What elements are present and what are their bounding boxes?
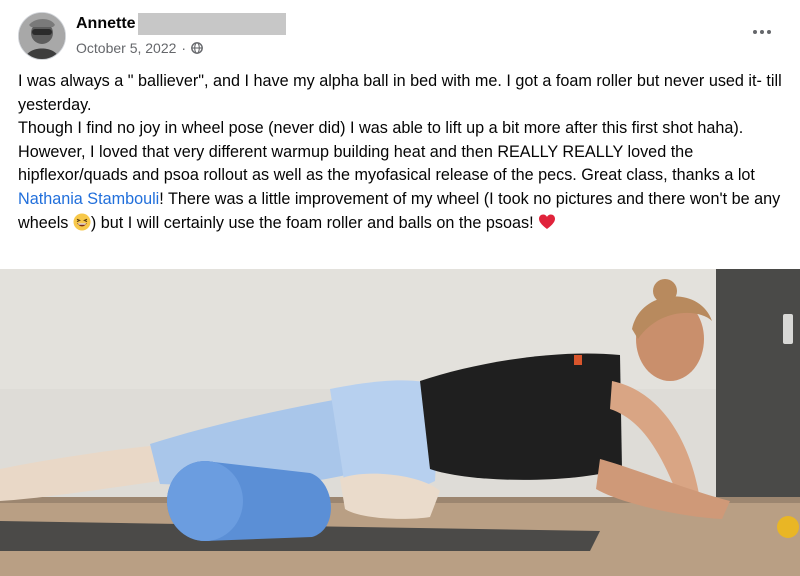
author-name[interactable]: Annette xyxy=(76,15,136,33)
more-options-button[interactable] xyxy=(746,20,778,44)
post-paragraph-1: I was always a " balliever", and I have … xyxy=(18,72,782,114)
red-heart-emoji-icon xyxy=(539,214,556,229)
photo-illustration xyxy=(0,269,800,576)
redacted-surname xyxy=(137,13,286,35)
post-body: I was always a " balliever", and I have … xyxy=(18,70,788,235)
globe-icon[interactable] xyxy=(191,42,203,54)
post-meta: October 5, 2022 · xyxy=(76,40,203,56)
mention-link[interactable]: Nathania Stambouli xyxy=(18,190,159,208)
post-paragraph-2: Though I find no joy in wheel pose (neve… xyxy=(18,117,788,235)
facebook-post: Annette October 5, 2022 · I was always a… xyxy=(0,0,800,576)
grinning-squinting-face-emoji-icon xyxy=(73,213,91,231)
meta-separator: · xyxy=(181,40,187,56)
post-text-segment: Though I find no joy in wheel pose (neve… xyxy=(18,119,755,185)
post-date[interactable]: October 5, 2022 xyxy=(76,40,176,56)
post-header: Annette October 5, 2022 · xyxy=(18,10,788,60)
more-options-dot xyxy=(767,30,771,34)
post-photo[interactable] xyxy=(0,269,800,576)
more-options-icon xyxy=(753,30,757,34)
more-options-dot xyxy=(760,30,764,34)
post-text-segment: ) but I will certainly use the foam roll… xyxy=(90,213,539,232)
avatar-icon xyxy=(19,13,65,59)
author-avatar[interactable] xyxy=(18,12,66,60)
author-name-row: Annette xyxy=(76,13,286,35)
